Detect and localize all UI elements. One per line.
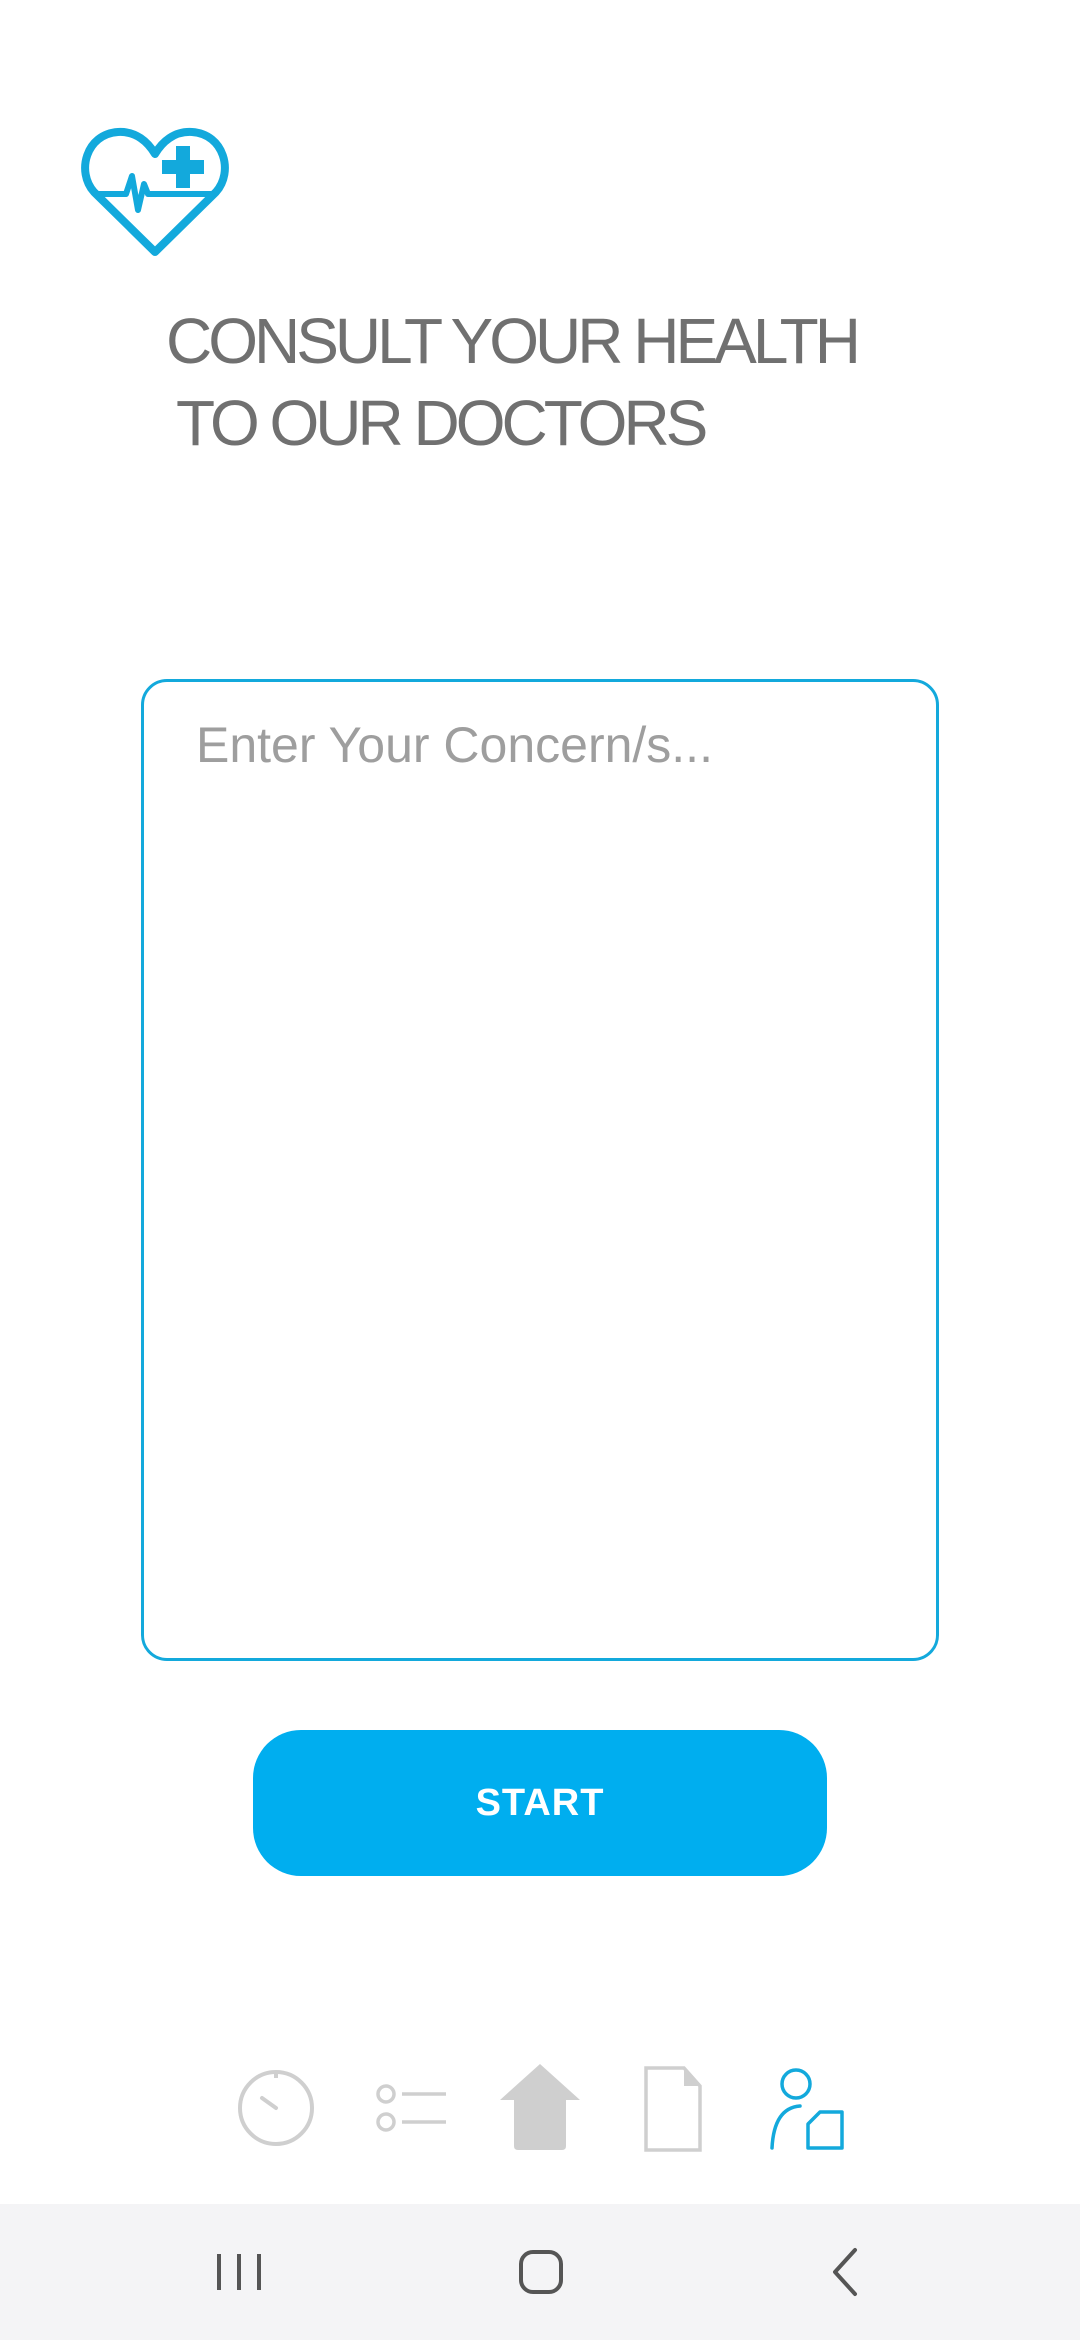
home-circle-icon[interactable] xyxy=(506,2240,576,2304)
profile-icon[interactable] xyxy=(760,2062,852,2154)
headline-line-2: TO OUR DOCTORS xyxy=(176,387,708,459)
page-title: CONSULT YOUR HEALTH TO OUR DOCTORS xyxy=(166,300,861,464)
home-icon[interactable] xyxy=(494,2062,586,2154)
heart-cross-pulse-icon xyxy=(80,124,230,260)
document-icon[interactable] xyxy=(626,2062,718,2154)
list-icon[interactable] xyxy=(364,2062,456,2154)
recents-icon[interactable] xyxy=(204,2240,274,2304)
system-navigation-bar xyxy=(0,2204,1080,2340)
back-icon[interactable] xyxy=(810,2240,880,2304)
start-button[interactable]: START xyxy=(253,1730,827,1876)
history-clock-icon[interactable] xyxy=(230,2062,322,2154)
headline-line-1: CONSULT YOUR HEALTH xyxy=(166,305,861,377)
concern-input[interactable] xyxy=(141,679,939,1661)
